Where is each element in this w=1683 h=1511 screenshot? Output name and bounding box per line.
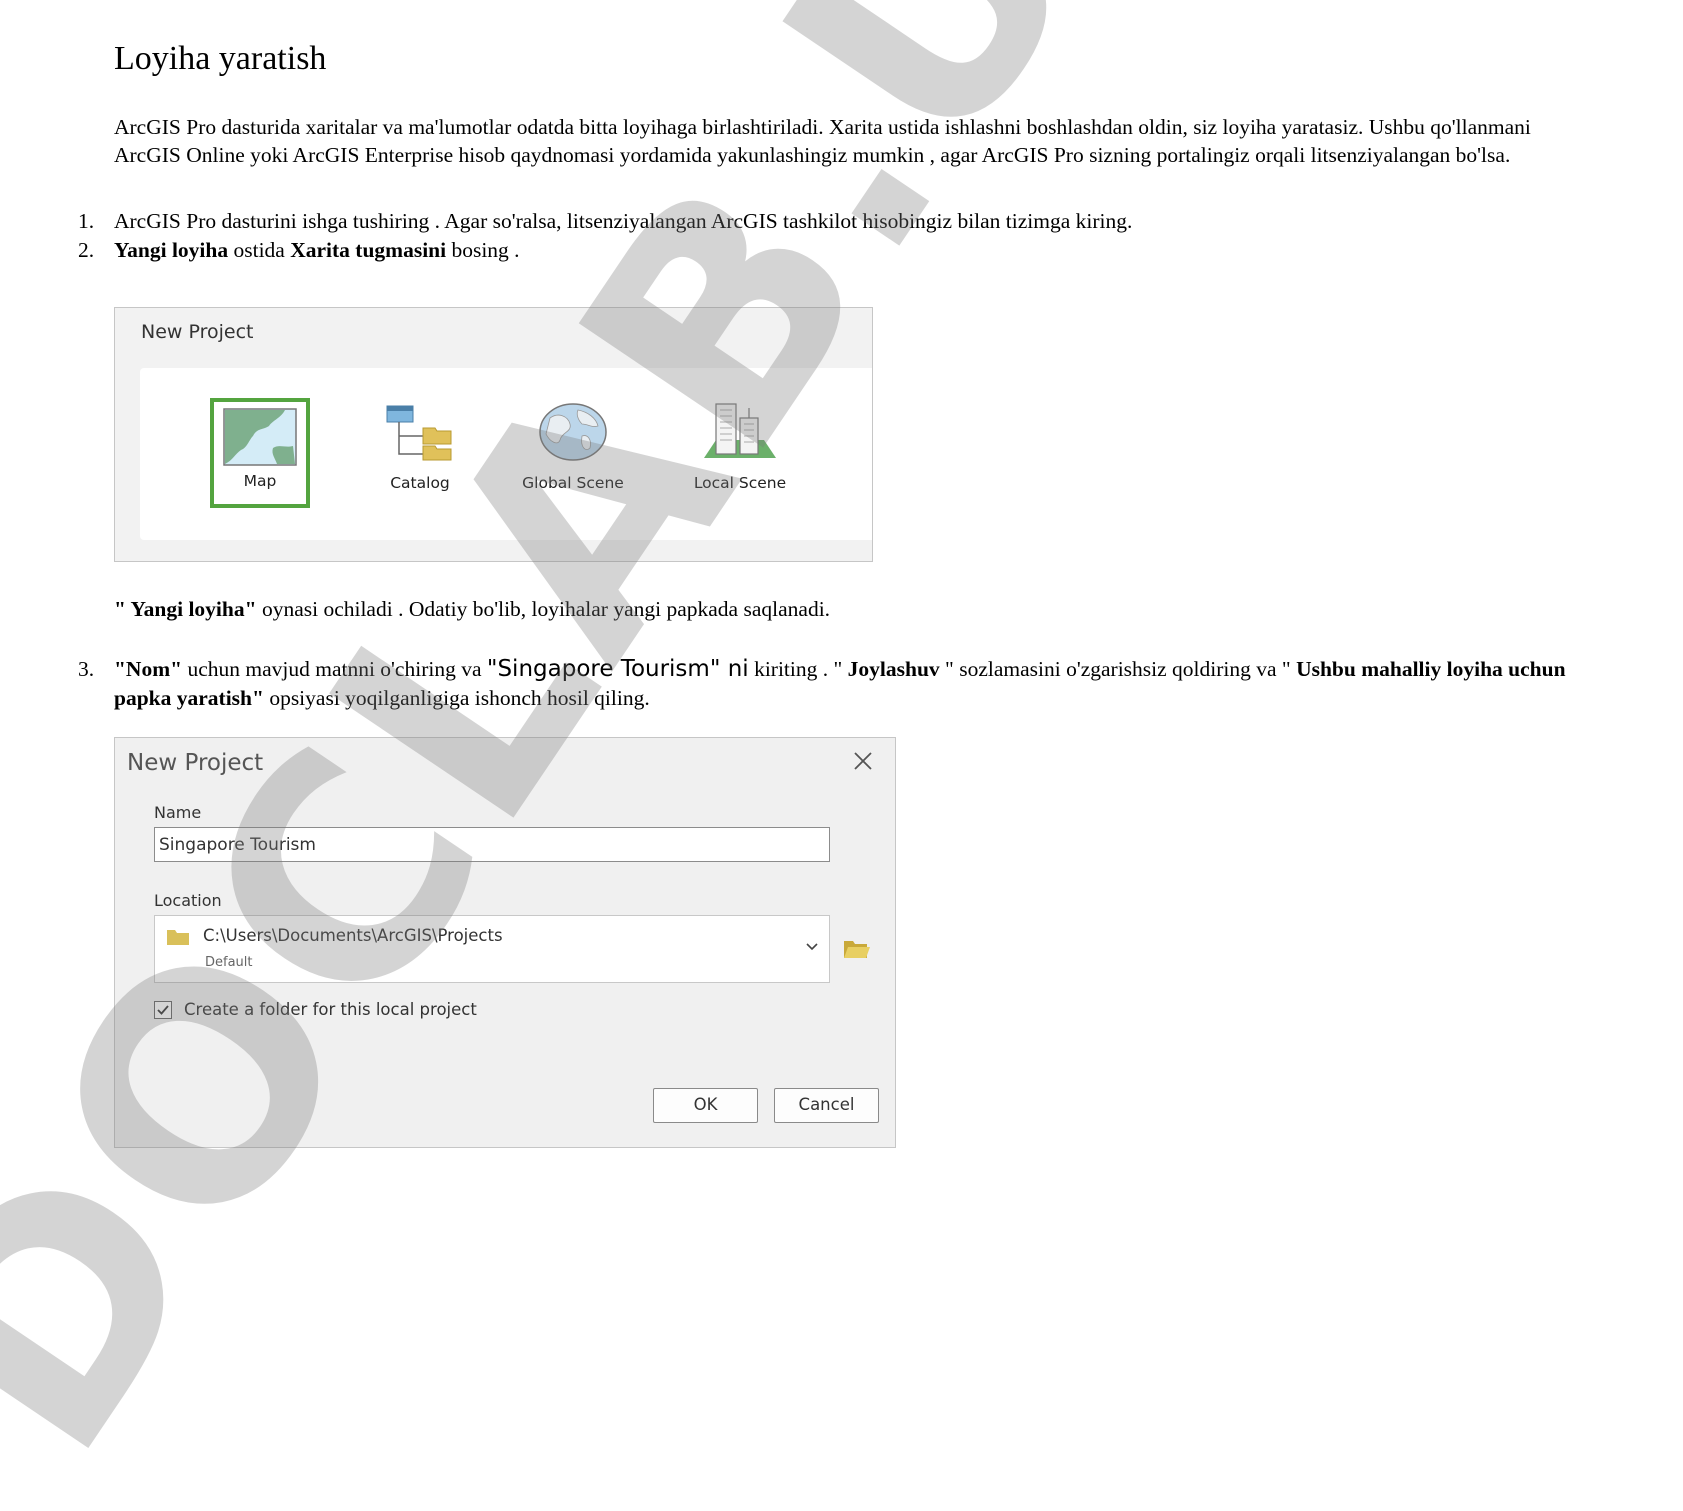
- tile-label: Global Scene: [522, 474, 624, 492]
- text-run: opsiyasi yoqilganligiga ishonch hosil qi…: [263, 686, 650, 710]
- page-title: Loyiha yaratish: [114, 40, 327, 77]
- create-folder-checkbox[interactable]: [154, 1001, 172, 1019]
- new-project-gallery: New Project Map Catalog Global Scene Loc…: [114, 307, 873, 562]
- browse-folder-icon[interactable]: [843, 938, 871, 960]
- text-run: bosing .: [446, 238, 520, 262]
- globe-icon: [539, 403, 607, 461]
- location-path: C:\Users\Documents\ArcGIS\Projects: [203, 926, 503, 945]
- map-icon: [223, 408, 297, 466]
- step-number: 3.: [78, 657, 95, 681]
- bold-term: Yangi loyiha: [114, 238, 229, 262]
- text-run: ostida: [228, 238, 291, 262]
- text-run: " sozlamasini o'zgarishsiz qoldiring va …: [939, 657, 1297, 681]
- step-number: 2.: [78, 238, 95, 262]
- ok-button[interactable]: OK: [653, 1088, 758, 1123]
- buildings-icon: [704, 403, 776, 458]
- global-scene-tile[interactable]: Global Scene: [513, 396, 633, 504]
- note-paragraph: " Yangi loyiha" oynasi ochiladi . Odatiy…: [114, 595, 830, 623]
- step-text: Yangi loyiha ostida Xarita tugmasini bos…: [114, 236, 1584, 265]
- catalog-icon: [386, 405, 452, 461]
- step-number: 1.: [78, 209, 95, 233]
- tile-label: Map: [243, 472, 277, 490]
- bold-term: Xarita tugmasini: [290, 238, 447, 262]
- text-run: kiriting . ": [748, 657, 848, 681]
- tile-label: Local Scene: [693, 474, 787, 492]
- dialog-title: New Project: [127, 750, 264, 776]
- bold-term: " Yangi loyiha": [114, 597, 257, 621]
- folder-icon: [167, 930, 189, 945]
- step-text: "Nom" uchun mavjud matnni o'chiring va "…: [114, 655, 1584, 713]
- check-icon: [157, 1005, 169, 1015]
- location-label: Location: [154, 891, 222, 910]
- document-page: Loyiha yaratish ArcGIS Pro dasturida xar…: [0, 0, 1683, 1511]
- create-folder-label: Create a folder for this local project: [184, 1000, 477, 1019]
- step-text: ArcGIS Pro dasturini ishga tushiring . A…: [114, 209, 1133, 233]
- bold-term: "Nom": [114, 657, 183, 681]
- name-field[interactable]: [154, 827, 830, 862]
- text-run: uchun mavjud matnni o'chiring va: [182, 657, 487, 681]
- tile-label: Catalog: [390, 474, 450, 492]
- bold-term: Joylashuv: [847, 657, 940, 681]
- new-project-dialog: New Project Name Location C:\Users\Docum…: [114, 737, 896, 1148]
- gallery-tiles: Map Catalog Global Scene Local Scene: [140, 368, 872, 540]
- text-run: oynasi ochiladi . Odatiy bo'lib, loyihal…: [256, 597, 831, 621]
- close-icon[interactable]: [850, 748, 876, 774]
- location-subtitle: Default: [205, 955, 253, 970]
- location-dropdown[interactable]: C:\Users\Documents\ArcGIS\Projects Defau…: [154, 915, 830, 983]
- cancel-button[interactable]: Cancel: [774, 1088, 879, 1123]
- emphasized-text: "Singapore Tourism" ni: [486, 656, 749, 682]
- local-scene-tile[interactable]: Local Scene: [680, 396, 800, 504]
- gallery-title: New Project: [141, 321, 254, 343]
- intro-paragraph: ArcGIS Pro dasturida xaritalar va ma'lum…: [114, 115, 1531, 167]
- catalog-tile[interactable]: Catalog: [370, 396, 470, 504]
- chevron-down-icon: [806, 943, 818, 951]
- name-label: Name: [154, 803, 202, 822]
- map-tile[interactable]: Map: [210, 398, 310, 508]
